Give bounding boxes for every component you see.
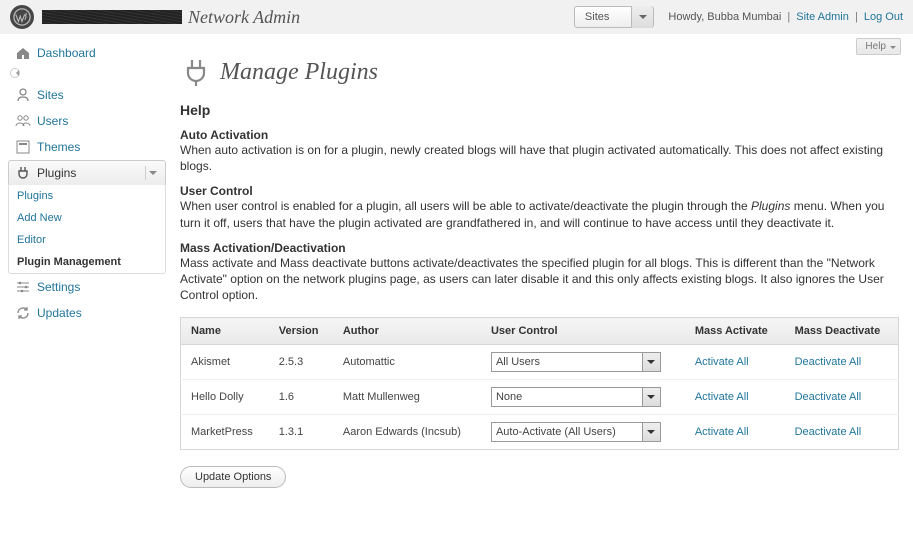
sidebar-item-dashboard[interactable]: Dashboard	[8, 40, 166, 66]
update-options-button[interactable]: Update Options	[180, 466, 286, 488]
cell-author: Aaron Edwards (Incsub)	[333, 415, 481, 450]
col-version: Version	[269, 318, 333, 345]
redacted-site-name	[42, 10, 182, 24]
user-control-select[interactable]: Auto-Activate (All Users)	[491, 422, 661, 442]
sidebar-item-sites[interactable]: Sites	[8, 82, 166, 108]
submenu-plugin-management[interactable]: Plugin Management	[9, 251, 165, 273]
activate-all-link[interactable]: Activate All	[695, 391, 749, 403]
page-title: Manage Plugins	[220, 59, 378, 86]
cell-name: MarketPress	[181, 415, 269, 450]
activate-all-link[interactable]: Activate All	[695, 356, 749, 368]
chevron-down-icon	[642, 423, 660, 441]
network-admin-label: Network Admin	[188, 7, 300, 28]
sidebar-item-plugins[interactable]: Plugins	[8, 160, 166, 186]
chevron-down-icon	[631, 6, 653, 28]
cell-author: Matt Mullenweg	[333, 380, 481, 415]
sites-dropdown[interactable]: Sites	[574, 6, 654, 28]
themes-icon	[15, 139, 31, 155]
sites-dropdown-label: Sites	[575, 11, 631, 23]
cell-version: 1.6	[269, 380, 333, 415]
table-row: Akismet2.5.3Automattic All Users Activate …	[181, 345, 899, 380]
help-heading: Help	[180, 102, 899, 118]
admin-topbar: Network Admin Sites Howdy, Bubba Mumbai …	[0, 0, 913, 34]
user-control-select[interactable]: None	[491, 387, 661, 407]
sidebar-item-settings[interactable]: Settings	[8, 274, 166, 300]
plugins-table: Name Version Author User Control Mass Ac…	[180, 317, 899, 450]
submenu-plugins[interactable]: Plugins	[9, 185, 165, 207]
col-mass-activate: Mass Activate	[685, 318, 785, 345]
plugins-submenu: Plugins Add New Editor Plugin Management	[8, 185, 166, 274]
table-row: Hello Dolly1.6Matt Mullenweg None Activate…	[181, 380, 899, 415]
top-greeting: Howdy, Bubba Mumbai | Site Admin | Log O…	[668, 11, 903, 23]
admin-sidebar: Dashboard Sites Users Themes Plugins Plu…	[0, 34, 170, 508]
sites-icon	[15, 87, 31, 103]
sliders-icon	[15, 279, 31, 295]
house-icon	[15, 45, 31, 61]
activate-all-link[interactable]: Activate All	[695, 426, 749, 438]
col-author: Author	[333, 318, 481, 345]
plug-icon	[15, 165, 31, 181]
site-admin-link[interactable]: Site Admin	[796, 11, 849, 23]
wordpress-logo-icon[interactable]	[10, 5, 34, 29]
cell-version: 1.3.1	[269, 415, 333, 450]
logout-link[interactable]: Log Out	[864, 11, 903, 23]
table-row: MarketPress1.3.1Aaron Edwards (Incsub) Au…	[181, 415, 899, 450]
updates-icon	[15, 305, 31, 321]
sidebar-item-updates[interactable]: Updates	[8, 300, 166, 326]
sidebar-item-themes[interactable]: Themes	[8, 134, 166, 160]
deactivate-all-link[interactable]: Deactivate All	[795, 356, 862, 368]
cell-version: 2.5.3	[269, 345, 333, 380]
cell-name: Hello Dolly	[181, 380, 269, 415]
deactivate-all-link[interactable]: Deactivate All	[795, 426, 862, 438]
col-user-control: User Control	[481, 318, 685, 345]
user-control-select[interactable]: All Users	[491, 352, 661, 372]
plug-icon	[180, 56, 212, 88]
collapse-menu-icon[interactable]	[10, 68, 20, 78]
cell-author: Automattic	[333, 345, 481, 380]
chevron-down-icon	[642, 388, 660, 406]
main-content: Help Manage Plugins Help Auto Activation…	[170, 34, 913, 508]
col-mass-deactivate: Mass Deactivate	[785, 318, 899, 345]
chevron-down-icon	[642, 353, 660, 371]
sidebar-item-users[interactable]: Users	[8, 108, 166, 134]
submenu-add-new[interactable]: Add New	[9, 207, 165, 229]
help-tab[interactable]: Help	[856, 38, 901, 55]
cell-name: Akismet	[181, 345, 269, 380]
users-icon	[15, 113, 31, 129]
deactivate-all-link[interactable]: Deactivate All	[795, 391, 862, 403]
col-name: Name	[181, 318, 269, 345]
help-text: Auto Activation When auto activation is …	[180, 128, 899, 303]
chevron-down-icon	[145, 166, 159, 180]
submenu-editor[interactable]: Editor	[9, 229, 165, 251]
